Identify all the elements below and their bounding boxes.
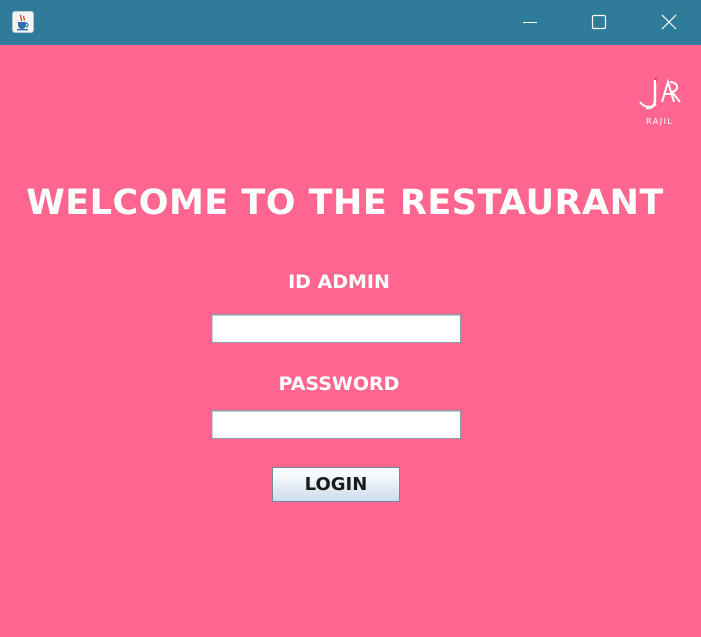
close-button[interactable] [646,0,692,45]
minimize-button[interactable] [507,0,553,45]
title-bar[interactable] [0,0,701,45]
rajil-logo: RAJIL [639,78,681,126]
id-admin-input[interactable] [211,314,461,343]
welcome-title: WELCOME TO THE RESTAURANT [26,183,664,223]
java-cup-icon [12,11,34,33]
maximize-button[interactable] [576,0,622,45]
minimize-icon [523,22,537,23]
login-button[interactable]: LOGIN [272,467,400,502]
close-icon [661,14,677,30]
logo-text: RAJIL [646,117,673,126]
password-label: PASSWORD [278,373,400,395]
id-admin-label: ID ADMIN [288,271,390,293]
maximize-icon [591,14,607,30]
login-window: RAJIL WELCOME TO THE RESTAURANT ID ADMIN… [0,0,701,637]
password-input[interactable] [211,410,461,439]
